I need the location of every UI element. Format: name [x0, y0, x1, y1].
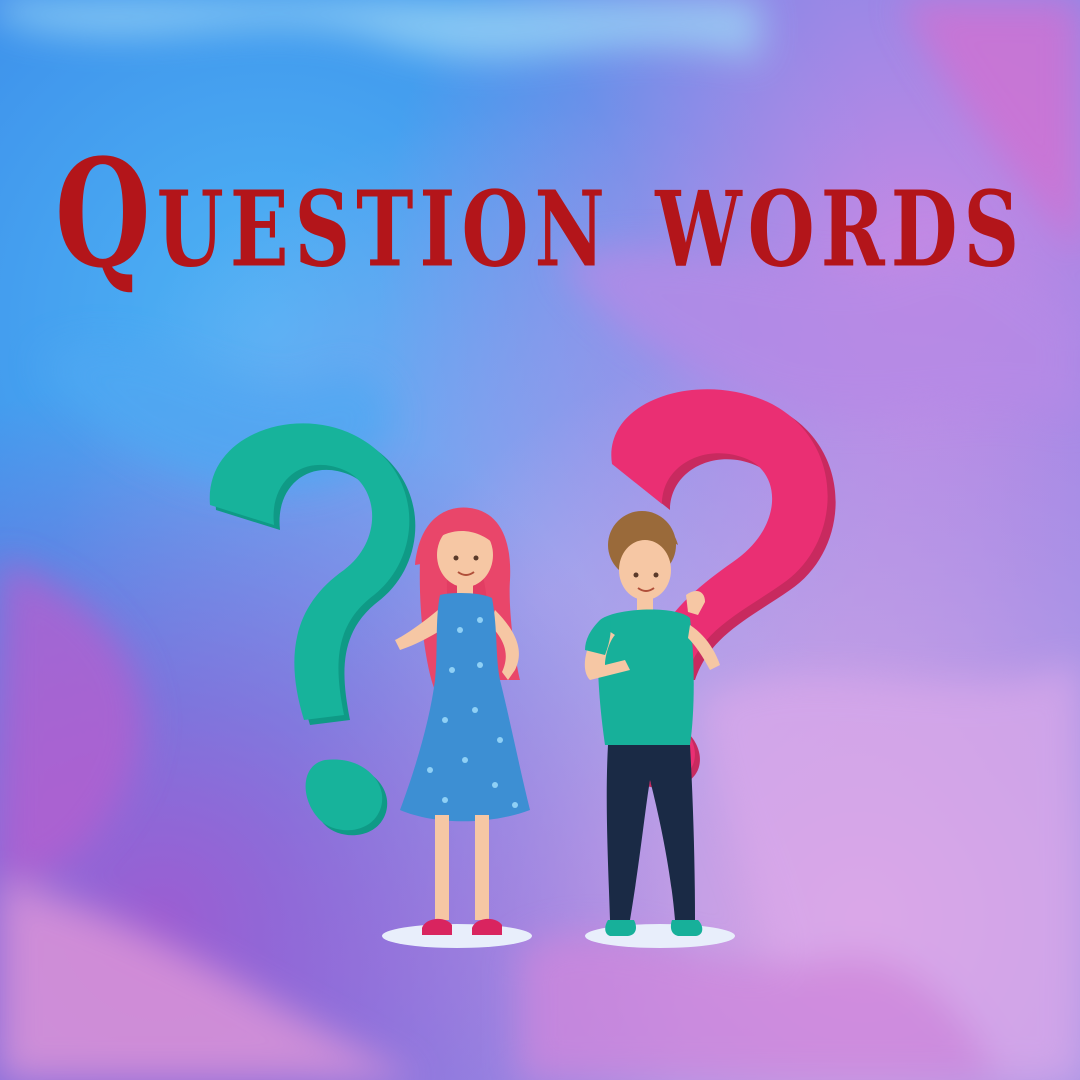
teal-question-mark-icon: [209, 423, 416, 836]
page-title: Question words: [54, 126, 1026, 301]
boy-figure: [584, 511, 720, 936]
girl-floor-shadow: [382, 924, 532, 948]
illustration: [190, 380, 870, 960]
girl-figure: [395, 507, 530, 935]
